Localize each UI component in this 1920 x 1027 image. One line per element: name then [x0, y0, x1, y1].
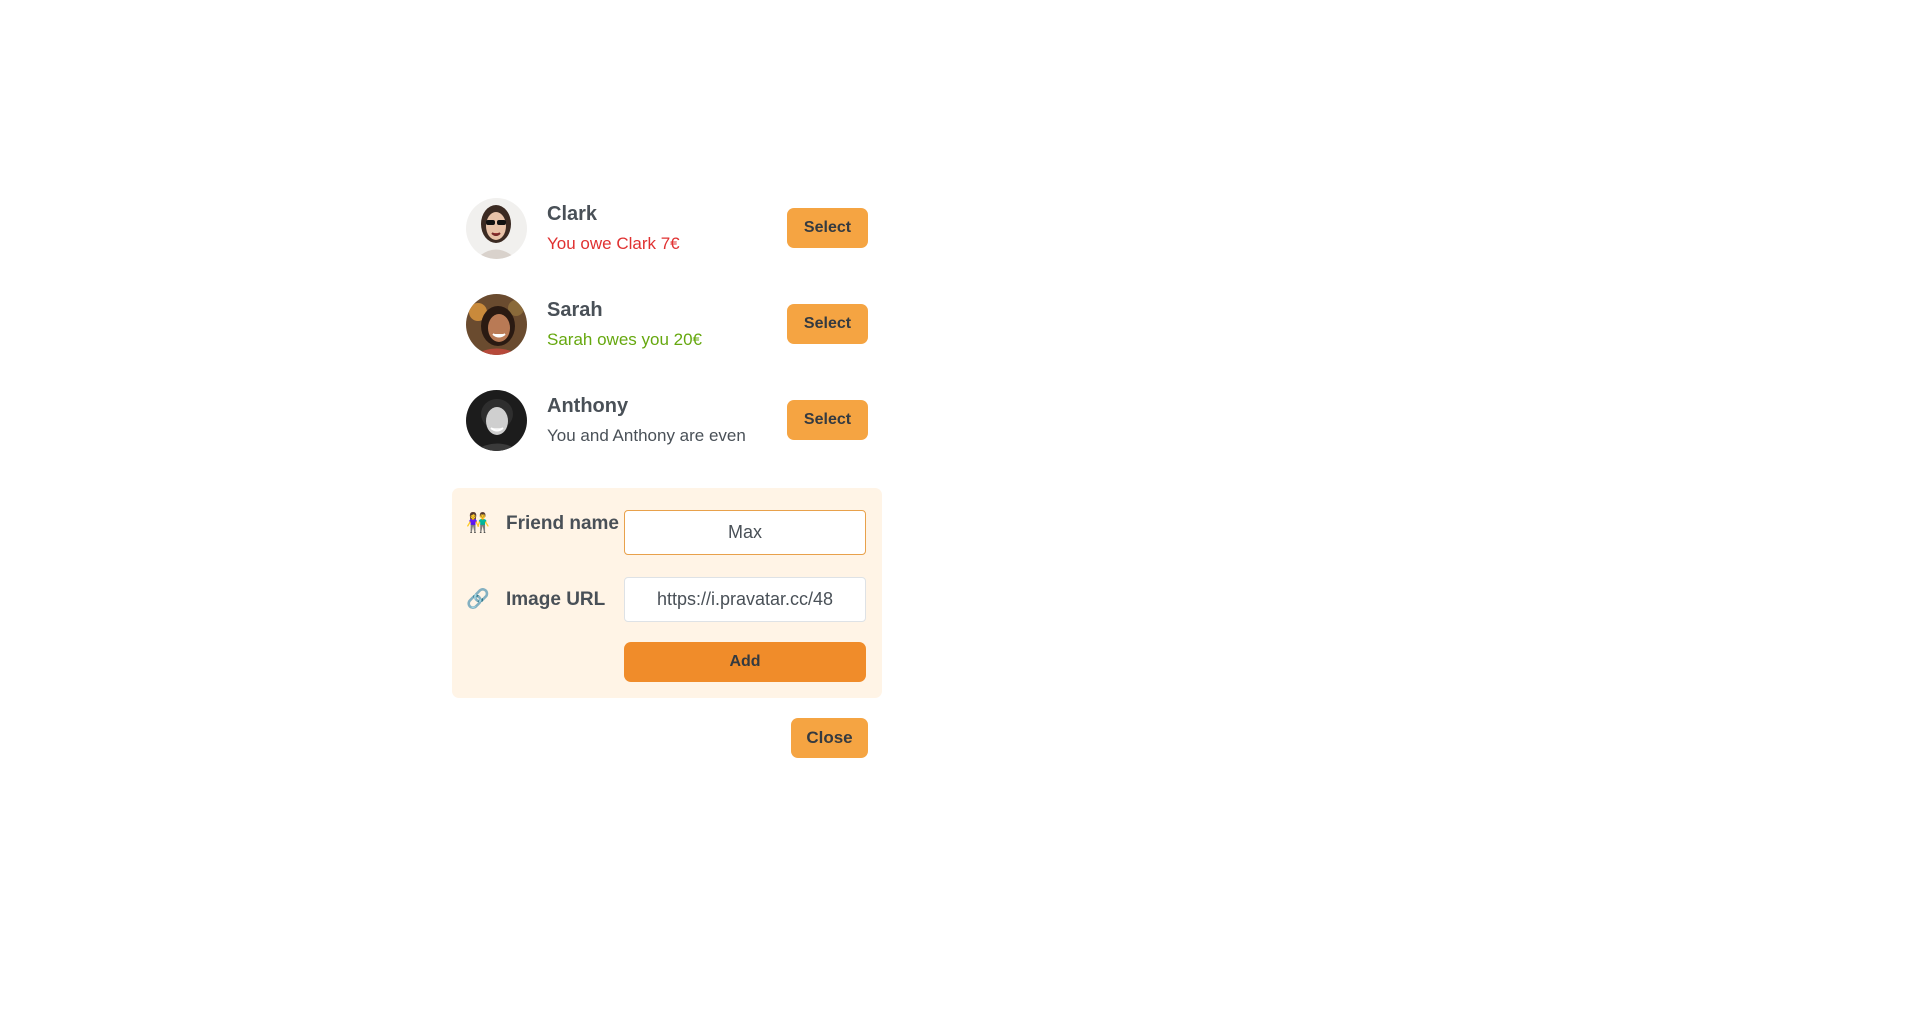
avatar [466, 197, 527, 259]
image-url-label-text: Image URL [506, 588, 606, 610]
friends-icon: 👫 [466, 513, 490, 534]
friend-name: Clark [547, 202, 598, 225]
friend-name-label: 👫 Friend name [466, 510, 624, 538]
friend-name-input[interactable] [624, 510, 866, 555]
friend-balance-status: You and Anthony are even [547, 425, 746, 445]
friend-name: Sarah [547, 298, 603, 321]
avatar [466, 389, 527, 451]
select-button[interactable]: Select [787, 208, 868, 248]
friend-item-clark: Clark You owe Clark 7€ Select [452, 180, 882, 276]
friend-name-label-text: Friend name [506, 513, 619, 534]
sidebar: Clark You owe Clark 7€ Select Sarah Sara… [452, 180, 882, 758]
image-url-input[interactable] [624, 577, 866, 622]
image-url-label: 🔗 Image URL [466, 586, 624, 614]
add-button[interactable]: Add [624, 642, 866, 682]
friend-balance-status: Sarah owes you 20€ [547, 329, 702, 349]
friend-info: Sarah Sarah owes you 20€ [547, 299, 787, 350]
add-friend-form: 👫 Friend name 🔗 Image URL Add [452, 488, 882, 698]
friends-list: Clark You owe Clark 7€ Select Sarah Sara… [452, 180, 882, 468]
friend-name-row: 👫 Friend name [466, 510, 868, 555]
friend-balance-status: You owe Clark 7€ [547, 233, 680, 253]
friend-item-sarah: Sarah Sarah owes you 20€ Select [452, 276, 882, 372]
select-button[interactable]: Select [787, 304, 868, 344]
close-button[interactable]: Close [791, 718, 868, 758]
add-row: Add [466, 642, 868, 682]
image-url-row: 🔗 Image URL [466, 577, 868, 622]
friend-name: Anthony [547, 394, 629, 417]
link-icon: 🔗 [466, 588, 490, 610]
friend-info: Anthony You and Anthony are even [547, 395, 787, 446]
friend-item-anthony: Anthony You and Anthony are even Select [452, 372, 882, 468]
close-wrap: Close [452, 718, 882, 758]
avatar [466, 293, 527, 355]
friend-info: Clark You owe Clark 7€ [547, 203, 787, 254]
select-button[interactable]: Select [787, 400, 868, 440]
